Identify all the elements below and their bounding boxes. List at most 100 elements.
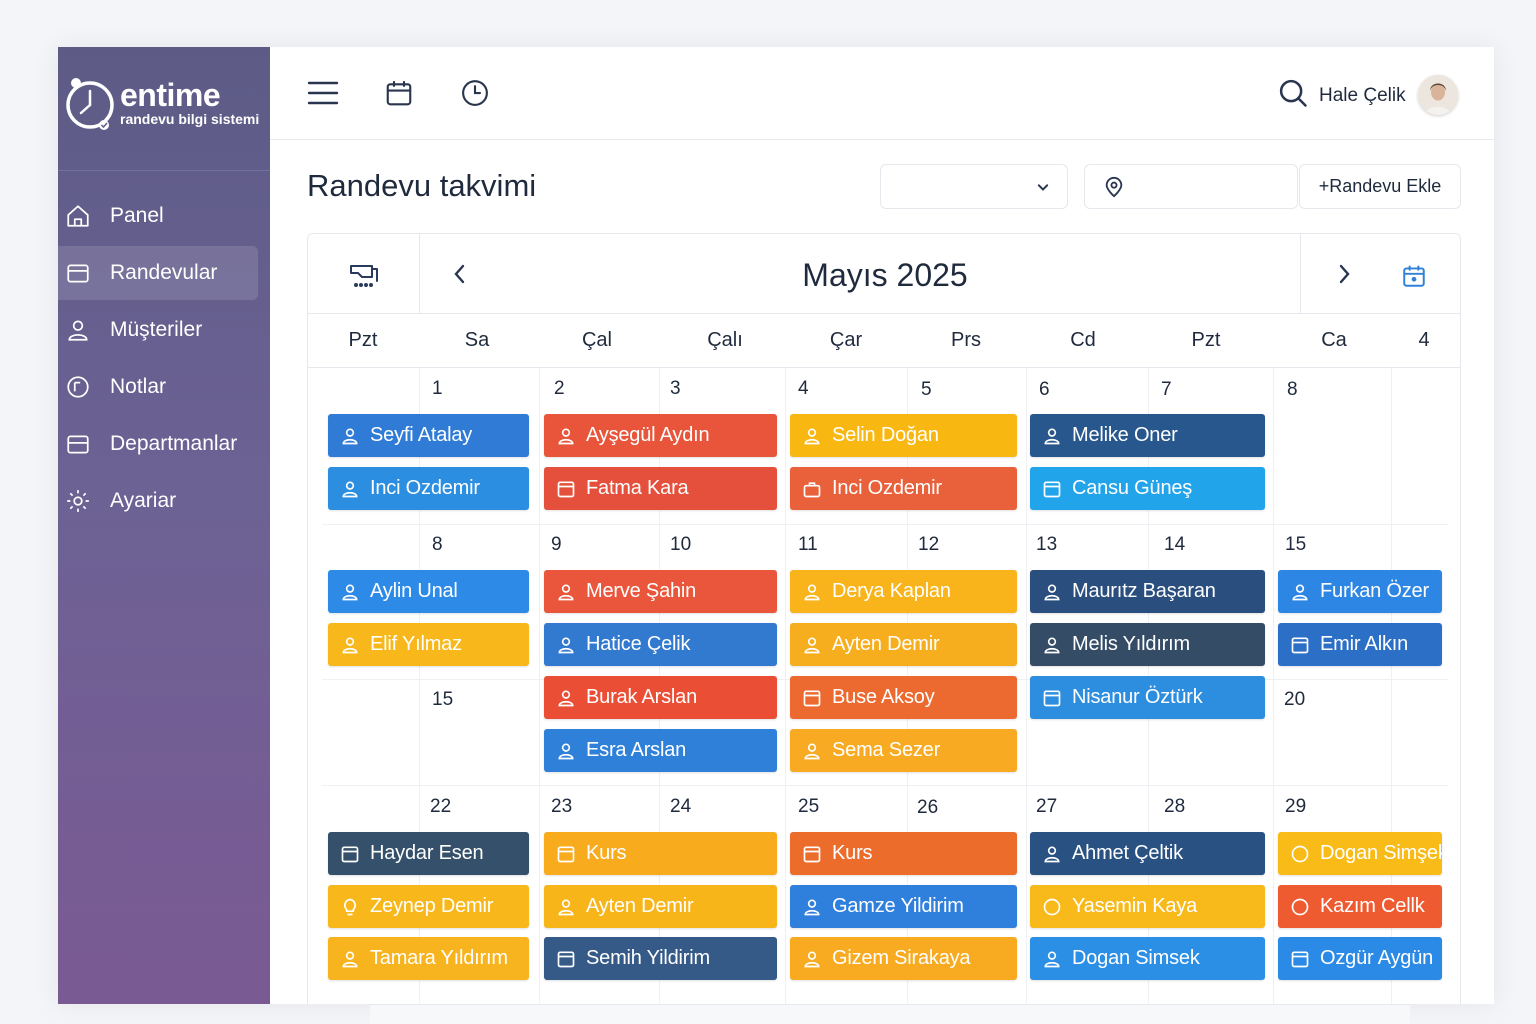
view-toggle-icon[interactable]	[346, 257, 382, 293]
appointment-event[interactable]: Ayten Demir	[790, 623, 1017, 666]
day-number[interactable]: 8	[1287, 379, 1298, 401]
day-number[interactable]: 29	[1285, 796, 1306, 818]
user-name[interactable]: Hale Çelik	[1319, 85, 1406, 107]
user-icon	[802, 897, 822, 917]
appointment-event[interactable]: Ayten Demir	[544, 885, 777, 928]
appointment-event[interactable]: Semih Yildirim	[544, 937, 777, 980]
search-icon[interactable]	[1278, 78, 1308, 108]
calendar-icon[interactable]	[381, 75, 417, 111]
day-number[interactable]: 5	[921, 379, 932, 401]
day-number[interactable]: 4	[798, 378, 809, 400]
day-number[interactable]: 9	[551, 534, 562, 556]
sidebar-item-panel[interactable]: Panel	[58, 189, 258, 243]
appointment-label: Ayşegül Aydın	[586, 424, 710, 446]
appointment-event[interactable]: Seyfi Atalay	[328, 414, 529, 457]
appointment-event[interactable]: Derya Kaplan	[790, 570, 1017, 613]
day-number[interactable]: 11	[798, 534, 818, 556]
appointment-label: Ayten Demir	[832, 633, 940, 655]
day-number[interactable]: 14	[1164, 534, 1185, 556]
bottom-strip	[370, 1004, 1410, 1024]
avatar[interactable]	[1418, 75, 1458, 115]
appointment-event[interactable]: Kurs	[790, 832, 1017, 875]
appointment-event[interactable]: Ayşegül Aydın	[544, 414, 777, 457]
user-icon	[556, 741, 576, 761]
sidebar-item-ayarlar[interactable]: Ayariar	[58, 474, 258, 528]
appointment-event[interactable]: Burak Arslan	[544, 676, 777, 719]
day-number[interactable]: 26	[917, 797, 938, 819]
location-filter[interactable]	[1084, 164, 1298, 209]
appointment-event[interactable]: Selin Doğan	[790, 414, 1017, 457]
appointment-event[interactable]: Fatma Kara	[544, 467, 777, 510]
sidebar-item-notlar[interactable]: Notlar	[58, 360, 258, 414]
appointment-event[interactable]: Maurıtz Başaran	[1030, 570, 1265, 613]
appointment-event[interactable]: Yasemin Kaya	[1030, 885, 1265, 928]
next-month-button[interactable]	[1326, 256, 1362, 292]
day-number[interactable]: 28	[1164, 796, 1185, 818]
appointment-event[interactable]: Inci Ozdemir	[790, 467, 1017, 510]
clock-icon[interactable]	[457, 75, 493, 111]
appointment-event[interactable]: Kazım Cellk	[1278, 885, 1442, 928]
user-icon	[802, 426, 822, 446]
weekday-label: Çalı	[707, 329, 743, 351]
appointment-event[interactable]: Buse Aksoy	[790, 676, 1017, 719]
appointment-event[interactable]: Dogan Simsek	[1030, 937, 1265, 980]
menu-icon[interactable]	[305, 75, 341, 111]
appointment-event[interactable]: Dogan Simşek	[1278, 832, 1442, 875]
appointment-event[interactable]: Elif Yılmaz	[328, 623, 529, 666]
day-number[interactable]: 2	[554, 378, 565, 400]
sidebar-item-musteriler[interactable]: Müşteriler	[58, 303, 258, 357]
sidebar-item-departmanlar[interactable]: Departmanlar	[58, 417, 258, 471]
appointment-event[interactable]: Ozgür Aygün	[1278, 937, 1442, 980]
calendar-icon	[556, 949, 576, 969]
day-number[interactable]: 27	[1036, 796, 1057, 818]
user-icon	[1042, 635, 1062, 655]
appointment-event[interactable]: Melike Oner	[1030, 414, 1265, 457]
appointment-event[interactable]: Aylin Unal	[328, 570, 529, 613]
appointment-event[interactable]: Haydar Esen	[328, 832, 529, 875]
add-appointment-button[interactable]: +Randevu Ekle	[1299, 164, 1461, 209]
sidebar-item-label: Notlar	[110, 375, 167, 398]
appointment-event[interactable]: Kurs	[544, 832, 777, 875]
appointment-event[interactable]: Tamara Yıldırım	[328, 937, 529, 980]
sidebar-item-randevular[interactable]: Randevular	[58, 246, 258, 300]
appointment-event[interactable]: Gamze Yildirim	[790, 885, 1017, 928]
appointment-event[interactable]: Furkan Özer	[1278, 570, 1442, 613]
appointment-event[interactable]: Cansu Güneş	[1030, 467, 1265, 510]
weekday-label: Sa	[464, 329, 490, 351]
appointment-event[interactable]: Inci Ozdemir	[328, 467, 529, 510]
appointment-event[interactable]: Gizem Sirakaya	[790, 937, 1017, 980]
appointment-event[interactable]: Sema Sezer	[790, 729, 1017, 772]
day-number[interactable]: 23	[551, 796, 572, 818]
appointment-event[interactable]: Ahmet Çeltik	[1030, 832, 1265, 875]
day-number[interactable]: 15	[1285, 534, 1306, 556]
sidebar-item-label: Ayariar	[110, 489, 177, 512]
appointment-event[interactable]: Esra Arslan	[544, 729, 777, 772]
department-select[interactable]	[880, 164, 1068, 209]
day-number[interactable]: 24	[670, 796, 691, 818]
appointment-event[interactable]: Merve Şahin	[544, 570, 777, 613]
day-number[interactable]: 15	[432, 689, 453, 711]
prev-month-button[interactable]	[442, 256, 478, 292]
day-number[interactable]: 13	[1036, 534, 1057, 556]
day-number[interactable]: 7	[1161, 379, 1172, 401]
day-number[interactable]: 8	[432, 534, 443, 556]
appointment-label: Buse Aksoy	[832, 686, 935, 708]
calendar-icon	[1290, 635, 1310, 655]
day-number[interactable]: 3	[670, 378, 681, 400]
appointment-event[interactable]: Melis Yıldırım	[1030, 623, 1265, 666]
calendar-today-icon[interactable]	[1396, 258, 1432, 294]
appointment-event[interactable]: Zeynep Demir	[328, 885, 529, 928]
appointment-event[interactable]: Hatice Çelik	[544, 623, 777, 666]
day-number[interactable]: 10	[670, 534, 691, 556]
appointment-event[interactable]: Nisanur Öztürk	[1030, 676, 1265, 719]
appointment-event[interactable]: Emir Alkın	[1278, 623, 1442, 666]
day-number[interactable]: 1	[432, 378, 443, 400]
day-number[interactable]: 12	[918, 534, 939, 556]
day-number[interactable]: 20	[1284, 689, 1305, 711]
weekday-label: Çar	[829, 329, 863, 351]
day-number[interactable]: 25	[798, 796, 819, 818]
user-icon	[340, 582, 360, 602]
day-number[interactable]: 6	[1039, 379, 1050, 401]
user-icon	[1042, 844, 1062, 864]
day-number[interactable]: 22	[430, 796, 451, 818]
